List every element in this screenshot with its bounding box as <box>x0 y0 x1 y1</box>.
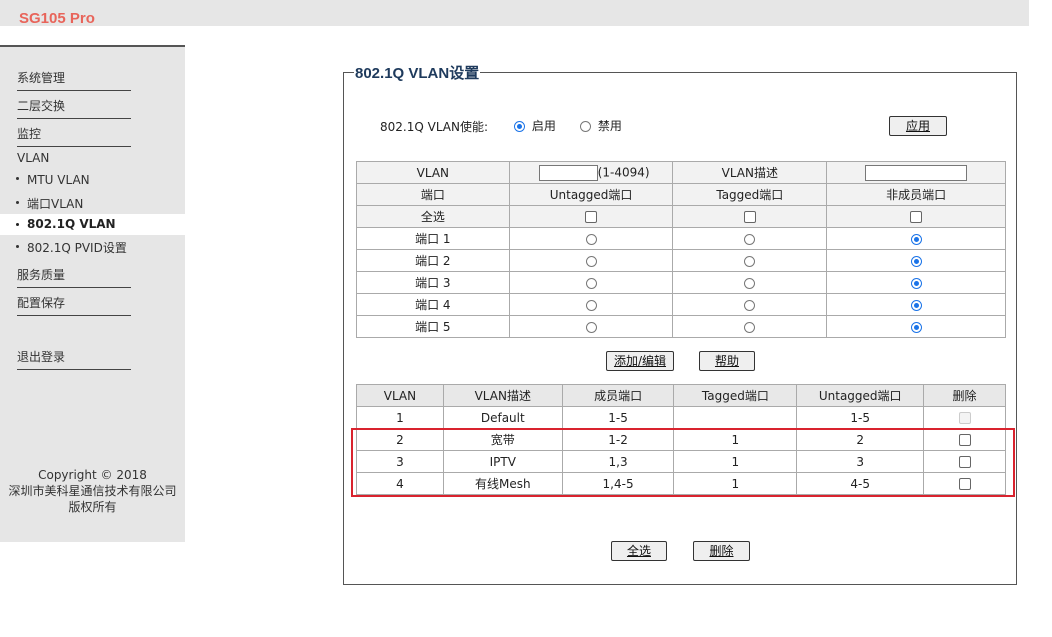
vlan-desc-label: VLAN描述 <box>672 161 828 184</box>
list-header-members: 成员端口 <box>561 384 675 407</box>
port5-nonmember-radio[interactable] <box>910 321 922 333</box>
sidebar-sub-label: 802.1Q VLAN <box>27 217 116 231</box>
vlan-tagged <box>673 406 798 429</box>
vlan-untagged: 1-5 <box>796 406 925 429</box>
port5-tagged-radio[interactable] <box>744 321 756 333</box>
sidebar-item-system[interactable]: 系统管理 <box>17 69 131 91</box>
port-row: 端口 1 <box>356 227 1006 250</box>
vlan-desc-input[interactable] <box>865 164 968 181</box>
select-all-tagged-checkbox[interactable] <box>743 211 756 223</box>
port-name: 端口 2 <box>356 249 510 272</box>
col-header-port: 端口 <box>356 183 510 206</box>
brand-logo: SG105 Pro <box>19 10 95 27</box>
list-header-untagged: Untagged端口 <box>796 384 925 407</box>
sidebar: 系统管理 二层交换 监控 VLAN MTU VLAN 端口VLAN 802.1Q… <box>0 45 185 542</box>
vlan-id: 1 <box>356 406 444 429</box>
table-row: 1 Default 1-5 1-5 <box>356 406 1006 429</box>
add-edit-button[interactable]: 添加/编辑 <box>606 351 674 371</box>
highlight-box <box>351 428 1015 497</box>
sidebar-sub-port-vlan[interactable]: 端口VLAN <box>16 195 83 212</box>
sidebar-item-logout[interactable]: 退出登录 <box>17 348 131 370</box>
port-name: 端口 5 <box>356 315 510 338</box>
select-all-label: 全选 <box>356 205 510 228</box>
sidebar-sub-pvid[interactable]: 802.1Q PVID设置 <box>16 239 127 256</box>
sidebar-sub-label: 802.1Q PVID设置 <box>27 241 127 255</box>
port4-tagged-radio[interactable] <box>744 299 756 311</box>
apply-button[interactable]: 应用 <box>889 116 947 136</box>
sidebar-sub-label: MTU VLAN <box>27 173 90 187</box>
vlan-members: 1-5 <box>561 406 675 429</box>
port4-untagged-radio[interactable] <box>585 299 597 311</box>
port-name: 端口 4 <box>356 293 510 316</box>
bullet-icon <box>16 177 19 180</box>
enable-off-option[interactable]: 禁用 <box>580 117 622 134</box>
delete-checkbox-disabled <box>958 412 971 424</box>
vlan-desc-cell <box>826 161 1006 184</box>
sidebar-item-monitor[interactable]: 监控 <box>17 125 131 147</box>
port-row: 端口 4 <box>356 293 1006 316</box>
sidebar-item-save-config[interactable]: 配置保存 <box>17 294 131 316</box>
bullet-icon <box>16 201 19 204</box>
enable-on-option[interactable]: 启用 <box>514 117 556 134</box>
list-header-tagged: Tagged端口 <box>673 384 798 407</box>
port2-tagged-radio[interactable] <box>744 255 756 267</box>
sidebar-item-vlan[interactable]: VLAN <box>17 151 49 165</box>
port-row: 端口 2 <box>356 249 1006 272</box>
port3-tagged-radio[interactable] <box>744 277 756 289</box>
vlan-desc: Default <box>442 406 563 429</box>
col-header-tagged: Tagged端口 <box>672 183 828 206</box>
radio-enable-off[interactable] <box>580 121 591 132</box>
vlan-id-label: VLAN <box>356 161 510 184</box>
port3-untagged-radio[interactable] <box>585 277 597 289</box>
port5-untagged-radio[interactable] <box>585 321 597 333</box>
port3-nonmember-radio[interactable] <box>910 277 922 289</box>
vlan-id-input[interactable] <box>538 164 598 181</box>
vlan-config-table: VLAN (1-4094) VLAN描述 端口 Untagged端口 Tagge… <box>356 161 1006 338</box>
bullet-icon <box>16 245 19 248</box>
copyright-rights: 版权所有 <box>68 500 117 514</box>
port1-untagged-radio[interactable] <box>585 233 597 245</box>
sidebar-sub-mtu-vlan[interactable]: MTU VLAN <box>16 173 90 187</box>
col-header-untagged: Untagged端口 <box>508 183 674 206</box>
list-header-delete: 删除 <box>923 384 1006 407</box>
select-all-untagged-checkbox[interactable] <box>585 211 598 223</box>
select-all-nonmember-checkbox[interactable] <box>910 211 923 223</box>
list-header-desc: VLAN描述 <box>442 384 563 407</box>
copyright-company: 深圳市美科星通信技术有限公司 <box>8 484 177 498</box>
list-header-vlan: VLAN <box>356 384 444 407</box>
port4-nonmember-radio[interactable] <box>910 299 922 311</box>
port1-tagged-radio[interactable] <box>744 233 756 245</box>
port-row: 端口 5 <box>356 315 1006 338</box>
top-bar <box>0 0 1029 26</box>
col-header-nonmember: 非成员端口 <box>826 183 1006 206</box>
vlan-id-cell: (1-4094) <box>508 161 674 184</box>
enable-off-label: 禁用 <box>597 119 622 133</box>
port2-nonmember-radio[interactable] <box>910 255 922 267</box>
sidebar-sub-8021q-vlan[interactable]: 802.1Q VLAN <box>0 214 185 235</box>
help-button[interactable]: 帮助 <box>699 351 755 371</box>
sidebar-item-qos[interactable]: 服务质量 <box>17 266 131 288</box>
enable-on-label: 启用 <box>531 119 556 133</box>
panel-title: 802.1Q VLAN设置 <box>355 65 480 82</box>
select-all-button[interactable]: 全选 <box>611 541 667 561</box>
copyright: Copyright © 2018 深圳市美科星通信技术有限公司 版权所有 <box>0 467 185 515</box>
bullet-icon <box>16 223 19 226</box>
enable-label: 802.1Q VLAN使能: <box>380 120 489 134</box>
copyright-line: Copyright © 2018 <box>38 468 147 482</box>
sidebar-item-l2-switching[interactable]: 二层交换 <box>17 97 131 119</box>
port-name: 端口 3 <box>356 271 510 294</box>
delete-button[interactable]: 删除 <box>693 541 750 561</box>
vlan-range-hint: (1-4094) <box>597 165 650 179</box>
port-row: 端口 3 <box>356 271 1006 294</box>
port-name: 端口 1 <box>356 227 510 250</box>
radio-enable-on[interactable] <box>514 121 525 132</box>
sidebar-sub-label: 端口VLAN <box>27 197 84 211</box>
port1-nonmember-radio[interactable] <box>910 233 922 245</box>
port2-untagged-radio[interactable] <box>585 255 597 267</box>
